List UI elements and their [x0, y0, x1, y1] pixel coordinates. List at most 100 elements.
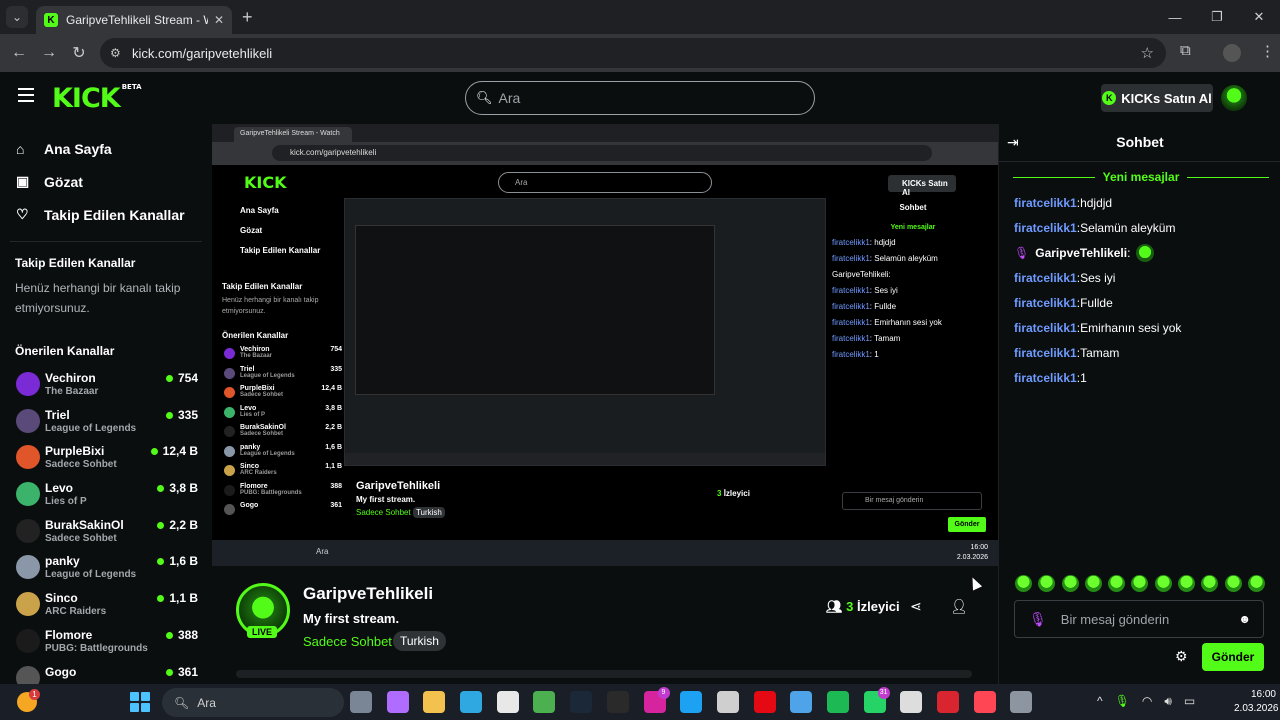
emote-icon[interactable]	[1084, 575, 1102, 592]
menu-icon[interactable]	[18, 88, 34, 106]
store-icon[interactable]	[496, 691, 519, 713]
new-messages-divider: Yeni mesajlar	[1013, 170, 1269, 184]
close-tab-icon[interactable]: ✕	[214, 13, 224, 27]
stream-category[interactable]: Sadece Sohbet	[303, 634, 392, 649]
chat-input[interactable]: 🎙︎ Bir mesaj gönderin ☻	[1014, 600, 1264, 638]
chat-username[interactable]: firatcelikk1	[1014, 371, 1077, 385]
twitter-icon[interactable]	[680, 691, 703, 713]
recommended-channel[interactable]: panky League of Legends 1,6 B	[0, 549, 212, 586]
profile-avatar[interactable]	[1223, 44, 1241, 62]
tab-search-button[interactable]: ⌄	[6, 6, 28, 28]
recommended-channel[interactable]: BurakSakinOl Sadece Sohbet 2,2 B	[0, 513, 212, 550]
search-input[interactable]: 🔍︎ Ara	[465, 81, 815, 115]
recommended-channel[interactable]: Flomore PUBG: Battlegrounds 388	[0, 623, 212, 660]
browser-menu-icon[interactable]: ⋮	[1260, 42, 1275, 60]
obs-icon[interactable]	[900, 691, 923, 713]
chat-username[interactable]: firatcelikk1	[1014, 346, 1077, 360]
maximize-icon[interactable]: ❐	[1196, 0, 1238, 34]
onedrive-icon[interactable]	[790, 691, 813, 713]
copilot-icon[interactable]	[386, 691, 409, 713]
nested-channel-game: Sadece Sohbet	[240, 431, 284, 437]
recommended-channel[interactable]: Levo Lies of P 3,8 B	[0, 476, 212, 513]
nested-recommended-channel: BurakSakinOl Sadece Sohbet 2,2 B	[222, 424, 342, 444]
microphone-icon[interactable]: 🎙︎	[1115, 694, 1130, 709]
chatgpt-icon[interactable]	[716, 691, 739, 713]
start-button[interactable]	[130, 692, 150, 712]
emote-icon[interactable]	[1038, 575, 1056, 592]
epic-games-icon[interactable]	[606, 691, 629, 713]
steam-icon[interactable]	[570, 691, 593, 713]
browser-tab[interactable]: K GaripveTehlikeli Stream - Watch ✕	[36, 6, 232, 34]
battery-icon[interactable]: ▭	[1184, 694, 1195, 709]
streamer-name[interactable]: GaripveTehlikeli	[303, 584, 433, 604]
nested-chat-text: Tamam	[874, 334, 901, 343]
site-info-icon[interactable]: ⚙	[110, 46, 121, 60]
nested-channel-avatar	[224, 367, 235, 379]
bookmark-star-icon[interactable]: ☆	[1141, 44, 1154, 62]
valorant-icon[interactable]	[973, 691, 996, 713]
recommended-channel[interactable]: Sinco ARC Raiders 1,1 B	[0, 586, 212, 623]
edge-icon[interactable]	[460, 691, 483, 713]
whatsapp-icon[interactable]: 31	[863, 687, 890, 713]
chat-username[interactable]: firatcelikk1	[1014, 321, 1077, 335]
microphone-icon[interactable]: 🎙︎	[1029, 611, 1047, 628]
emoji-icon[interactable]: ☻	[1238, 612, 1251, 626]
minimize-icon[interactable]: —	[1154, 0, 1196, 34]
share-icon[interactable]: ⋖	[910, 598, 922, 615]
volume-icon[interactable]: 🔊︎	[1164, 694, 1172, 709]
spotify-icon[interactable]	[826, 691, 849, 713]
follow-icon[interactable]: 👤︎	[950, 598, 968, 615]
stream-tag[interactable]: Turkish	[393, 631, 446, 651]
kick-logo[interactable]: KICK BETA	[52, 83, 142, 114]
buy-kicks-button[interactable]: K KICKs Satın Al	[1101, 84, 1213, 112]
emote-icon[interactable]	[1015, 575, 1032, 592]
chat-username[interactable]: firatcelikk1	[1014, 196, 1077, 210]
sidebar-item-home[interactable]: ⌂ Ana Sayfa	[0, 132, 212, 165]
red-app-icon[interactable]	[937, 691, 959, 713]
instagram-icon[interactable]: 9	[643, 687, 670, 713]
sidebar-item-following[interactable]: ♡ Takip Edilen Kanallar	[0, 198, 212, 231]
nested-inner-capture	[355, 225, 715, 395]
weather-widget[interactable]: 1	[17, 689, 40, 712]
reload-icon[interactable]: ↻	[64, 43, 94, 63]
chat-settings-icon[interactable]: ⚙	[1175, 648, 1188, 665]
recommended-channel[interactable]: PurpleBixi Sadece Sohbet 12,4 B	[0, 439, 212, 476]
url-bar[interactable]: ⚙ kick.com/garipvetehlikeli ☆	[100, 38, 1166, 68]
show-hidden-icons-icon[interactable]: ^	[1097, 694, 1103, 709]
taskbar-search[interactable]: 🔍︎ Ara	[162, 688, 344, 717]
forward-icon[interactable]: →	[34, 44, 64, 62]
file-explorer-icon[interactable]	[423, 691, 446, 713]
emote-icon[interactable]	[1131, 575, 1149, 592]
close-window-icon[interactable]: ✕	[1238, 0, 1280, 34]
chat-username[interactable]: firatcelikk1	[1014, 271, 1077, 285]
chat-username[interactable]: GaripveTehlikeli	[1035, 246, 1127, 260]
emote-icon[interactable]	[1247, 575, 1265, 592]
task-view-icon[interactable]	[350, 691, 372, 713]
live-dot-icon	[165, 411, 173, 419]
emote-icon[interactable]	[1201, 575, 1219, 592]
emote-icon[interactable]	[1224, 575, 1242, 592]
back-icon[interactable]: ←	[4, 44, 34, 62]
chat-username[interactable]: firatcelikk1	[1014, 221, 1077, 235]
recommended-channel[interactable]: Vechiron The Bazaar 754	[0, 366, 212, 403]
new-tab-icon[interactable]: +	[242, 7, 253, 28]
settings-icon[interactable]	[1010, 691, 1033, 713]
netflix-icon[interactable]	[753, 691, 776, 713]
emote-icon[interactable]	[1154, 575, 1172, 592]
wifi-icon[interactable]: ◠	[1142, 694, 1152, 709]
extensions-icon[interactable]: ⧉	[1180, 42, 1191, 59]
emote-icon[interactable]	[1178, 575, 1196, 592]
chrome-icon[interactable]	[533, 691, 556, 713]
emote-icon[interactable]	[1108, 575, 1126, 592]
send-button[interactable]: Gönder	[1202, 643, 1264, 671]
nested-chat-text: Ses iyi	[874, 286, 898, 295]
nested-channel-name: Flomore	[240, 482, 268, 490]
recommended-channel[interactable]: Triel League of Legends 335	[0, 403, 212, 440]
emote-icon[interactable]	[1061, 575, 1079, 592]
chat-username[interactable]: firatcelikk1	[1014, 296, 1077, 310]
taskbar-clock[interactable]: 16:00 2.03.2026	[1234, 688, 1279, 716]
user-avatar[interactable]	[1221, 85, 1247, 111]
video-player[interactable]: GaripveTehlikeli Stream - Watch kick.com…	[212, 124, 998, 566]
sidebar-item-browse[interactable]: ▣ Gözat	[0, 165, 212, 198]
channel-game: League of Legends	[45, 422, 137, 434]
